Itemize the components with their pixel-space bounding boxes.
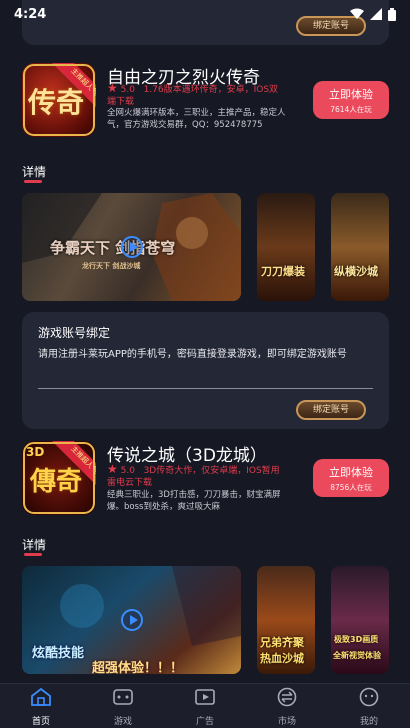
tab-games[interactable]: 游戏 [93,684,153,727]
screenshot-caption: 兄弟齐聚 [260,636,304,649]
system-icons [350,7,396,21]
tab-label: 我的 [359,717,378,727]
profile-icon [359,687,379,707]
tab-label: 首页 [31,717,50,727]
rating-value: 5.0 [120,85,135,95]
home-icon [31,687,51,706]
screenshot-caption: 纵横沙城 [334,265,378,278]
video-caption: 炫酷技能 [32,646,85,661]
video-caption-2: 超强体验！！！ [92,661,184,674]
tab-ads[interactable]: 广告 [175,684,235,727]
game-screenshot[interactable]: 纵横沙城 [331,193,389,301]
tab-home[interactable]: 首页 [11,684,71,727]
tab-label: 广告 [195,717,214,727]
play-icon[interactable] [121,236,143,258]
status-time: 4:24 [14,6,47,22]
game-icon[interactable]: 3D 主推超人气 傳奇 [22,441,96,515]
star-icon: ★ [107,81,118,95]
player-count: 8756人在玩 [330,483,372,492]
section-underline [24,180,42,183]
play-icon[interactable] [121,609,143,631]
screenshot-caption: 刀刀爆装 [261,265,305,278]
try-now-button[interactable]: 立即体验 7614人在玩 [313,81,389,119]
game-rating-tags: ★ 5.0 3D传奇大作，仅安卓端，IOS暂用雷电云下载 [107,463,285,489]
rating-value: 5.0 [120,466,135,476]
gamepad-icon [113,689,133,705]
exchange-icon [277,687,297,707]
star-icon: ★ [107,462,118,476]
screenshot-caption: 极致3D画质 [334,635,379,644]
try-label: 立即体验 [329,466,373,479]
account-bind-card: 游戏账号绑定 请用注册斗莱玩APP的手机号，密码直接登录游戏，即可绑定游戏账号 … [22,312,389,429]
icon-title: 傳奇 [30,467,83,497]
game-rating-tags: ★ 5.0 1.76版本遇环传奇，安卓，IOS双端下载 [107,82,285,108]
video-icon [195,689,215,705]
section-title-details: 详情 [22,165,47,179]
status-bar: 4:24 [0,0,410,24]
screenshot-caption-2: 热血沙城 [260,652,304,665]
game-screenshot[interactable]: 刀刀爆装 [257,193,315,301]
game-screenshot[interactable]: 兄弟齐聚 热血沙城 [257,566,315,674]
game-item-1[interactable]: 主推超人气 传奇 自由之刃之烈火传奇 ★ 5.0 1.76版本遇环传奇，安卓，I… [22,63,389,151]
video-subcaption: 龙行天下 剑战沙城 [82,262,141,270]
game-item-2[interactable]: 3D 主推超人气 傳奇 传说之城（3D龙城） ★ 5.0 3D传奇大作，仅安卓端… [22,441,389,529]
game-description: 全网火爆满环版本，三职业，主推产品，稳定人气，官方游戏交易群，QQ：952478… [107,108,286,130]
bind-account-button[interactable]: 绑定账号 [296,400,366,420]
section-title-details: 详情 [22,538,47,552]
tab-profile[interactable]: 我的 [339,684,399,727]
tab-label: 游戏 [113,717,132,727]
screenshot-caption-2: 全新视觉体验 [333,651,381,660]
signal-icon [370,8,382,20]
divider [38,388,373,389]
game-video[interactable]: 争霸天下 剑指苍穹 龙行天下 剑战沙城 [22,193,241,301]
try-now-button[interactable]: 立即体验 8756人在玩 [313,459,389,497]
game-description: 经典三职业，3D打击感，刀刀暴击，财宝满屏爆。boss到处杀，爽过吸大麻 [107,490,281,512]
game-screenshot[interactable]: 极致3D画质 全新视觉体验 [331,566,389,674]
game-icon[interactable]: 主推超人气 传奇 [22,63,96,137]
bind-card-description: 请用注册斗莱玩APP的手机号，密码直接登录游戏，即可绑定游戏账号 [38,349,347,360]
bottom-tab-bar: 首页 游戏 广告 市场 我的 [0,683,410,728]
bind-card-title: 游戏账号绑定 [38,326,111,340]
battery-icon [388,7,396,21]
tab-market[interactable]: 市场 [257,684,317,727]
wifi-icon [350,8,364,19]
try-label: 立即体验 [329,88,373,101]
tab-label: 市场 [277,717,296,727]
icon-badge: 3D [26,445,45,459]
player-count: 7614人在玩 [330,105,372,114]
video-caption: 争霸天下 剑指苍穹 [50,239,176,257]
icon-title: 传奇 [28,86,85,119]
section-underline [24,553,42,556]
game-video[interactable]: 炫酷技能 超强体验！！！ [22,566,241,674]
